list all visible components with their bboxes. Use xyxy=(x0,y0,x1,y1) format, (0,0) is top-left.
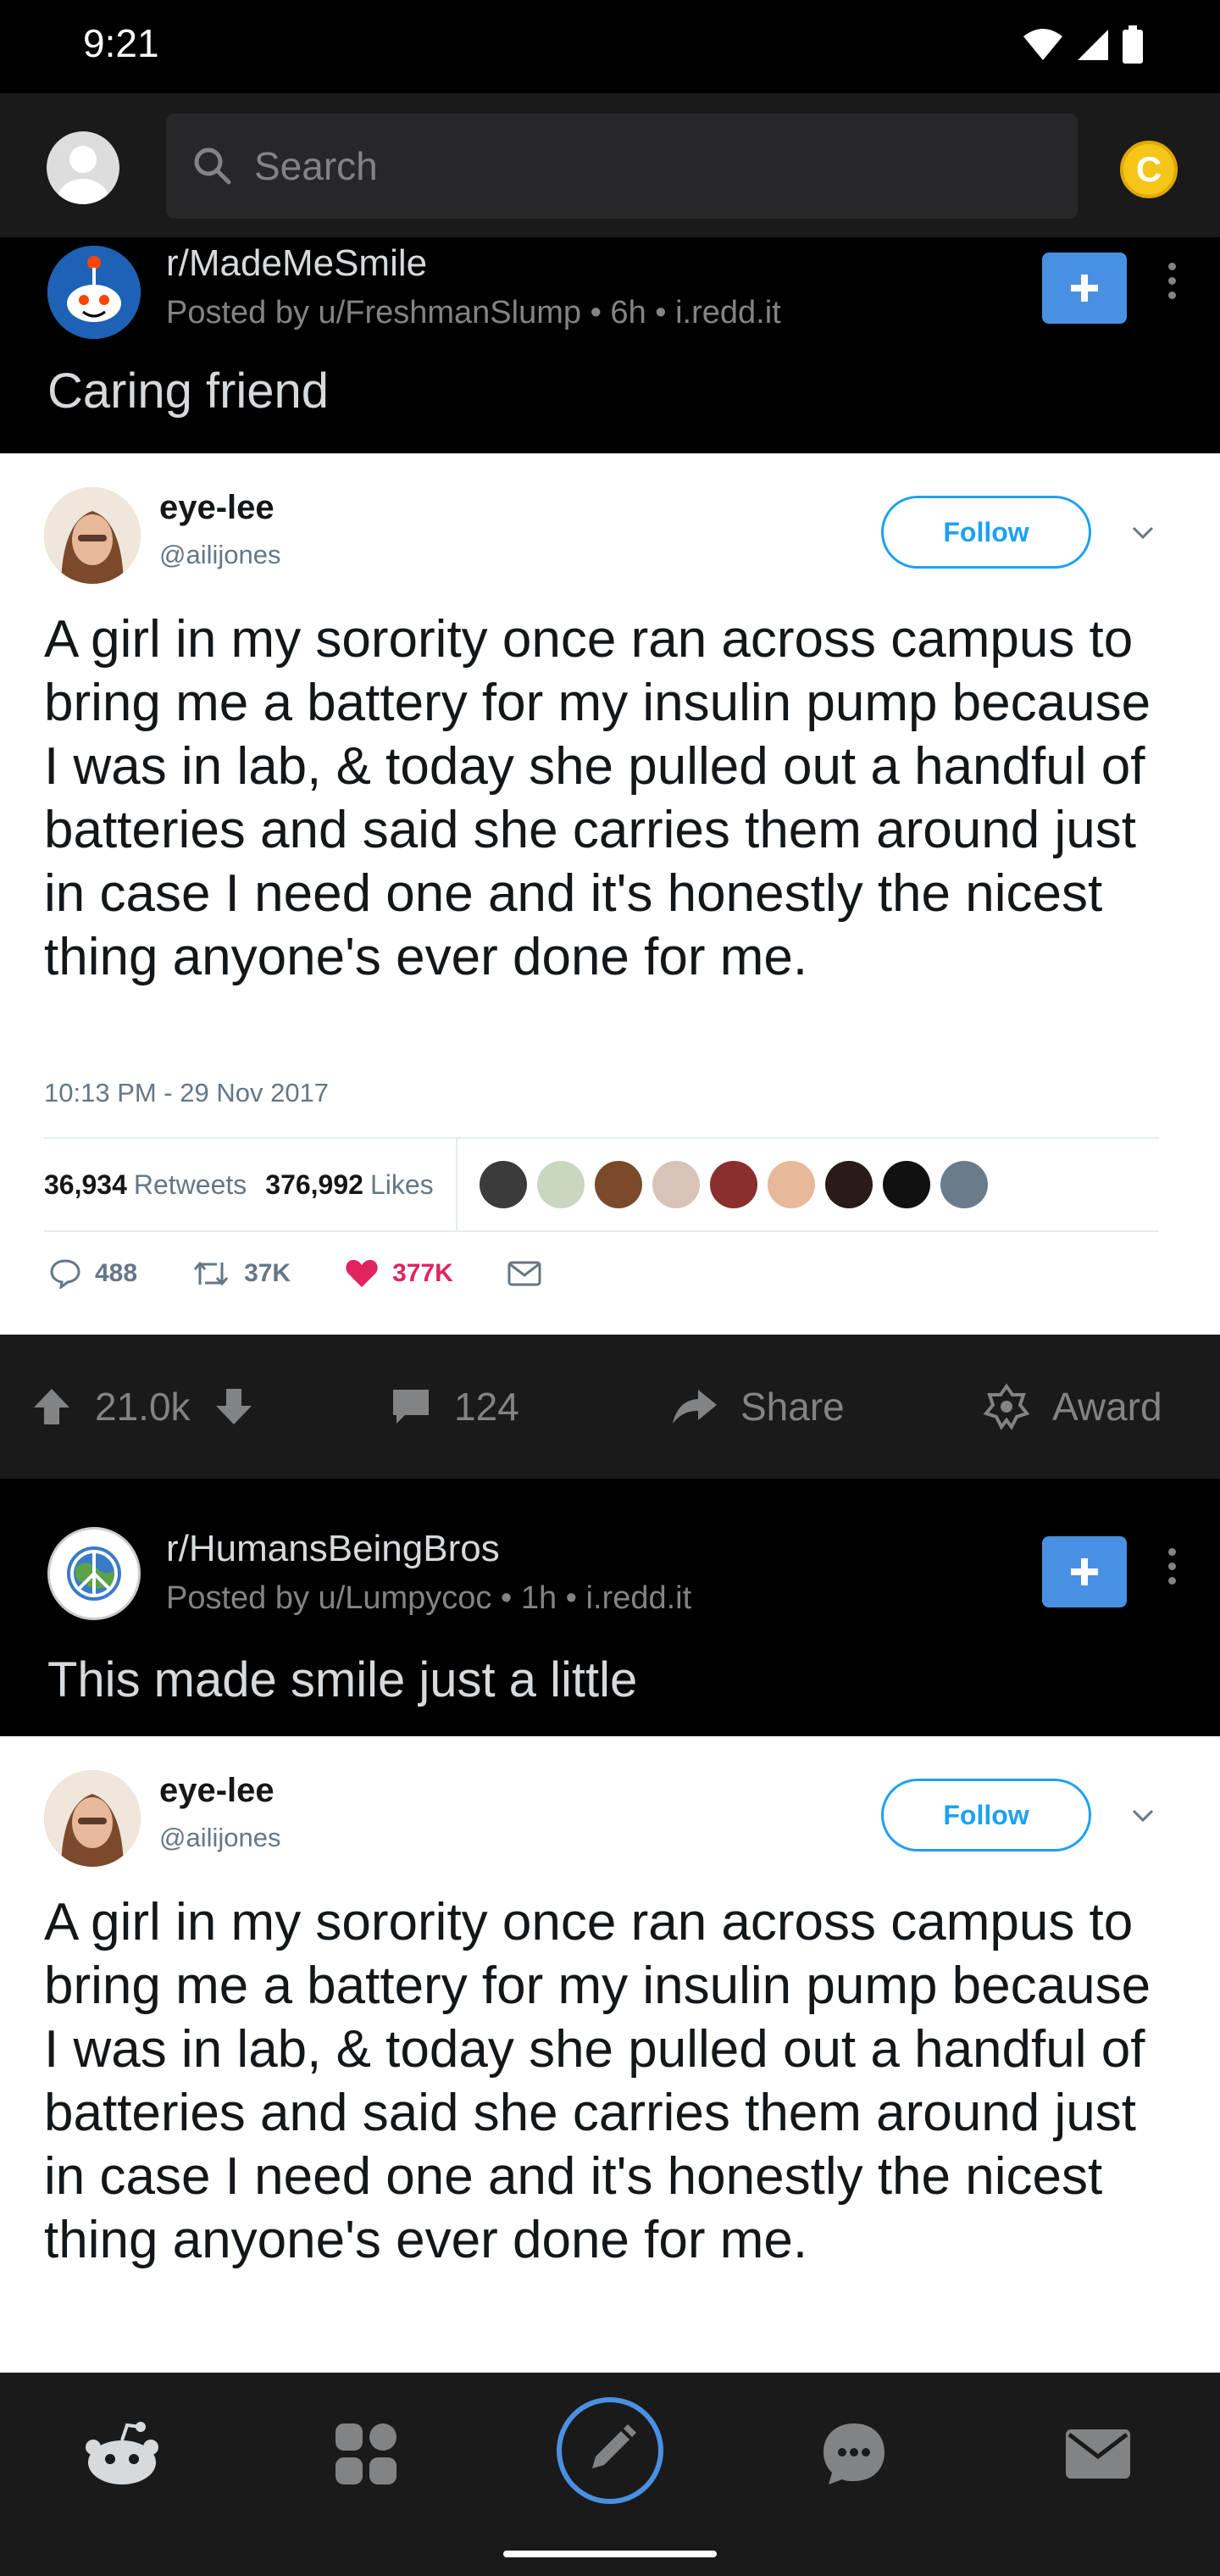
tweet-avatar xyxy=(44,487,141,584)
share-label: Share xyxy=(740,1385,845,1429)
post-title[interactable]: This made smile just a little xyxy=(47,1652,637,1708)
tweet-author-handle: @ailijones xyxy=(159,1823,281,1852)
retweet-count: 36,934 xyxy=(44,1169,127,1200)
retweet-icon xyxy=(193,1261,229,1286)
retweet-action: 37K xyxy=(191,1259,291,1288)
search-icon xyxy=(194,147,231,185)
post-title[interactable]: Caring friend xyxy=(47,363,329,419)
nav-chat[interactable] xyxy=(812,2412,896,2496)
subreddit-icon[interactable] xyxy=(47,1527,141,1620)
post-meta: Posted by u/Lumpycoc • 1h • i.redd.it xyxy=(166,1580,692,1616)
coin-icon[interactable]: C xyxy=(1120,141,1178,198)
tweet-image[interactable]: eye-lee @ailijones Follow A girl in my s… xyxy=(0,453,1220,1335)
dm-action xyxy=(507,1261,541,1286)
plus-icon xyxy=(1071,1558,1098,1585)
upvote-icon[interactable] xyxy=(30,1385,73,1428)
reply-action: 488 xyxy=(49,1258,137,1289)
more-options-icon[interactable] xyxy=(1166,263,1178,299)
subreddit-icon[interactable] xyxy=(47,246,141,339)
post-header: r/HumansBeingBros Posted by u/Lumpycoc •… xyxy=(0,1499,1220,1736)
plus-icon xyxy=(1071,275,1098,302)
chat-icon xyxy=(824,2423,884,2484)
award-label: Award xyxy=(1052,1385,1162,1429)
home-indicator[interactable] xyxy=(503,2551,717,2557)
like-label: Likes xyxy=(369,1169,434,1200)
downvote-icon[interactable] xyxy=(213,1385,255,1428)
bottom-navigation xyxy=(0,2373,1220,2576)
subreddit-name[interactable]: r/HumansBeingBros xyxy=(166,1528,500,1570)
subreddit-name[interactable]: r/MadeMeSmile xyxy=(166,242,427,285)
user-avatar[interactable] xyxy=(47,131,119,204)
status-bar: 9:21 xyxy=(0,0,1220,93)
reply-count: 488 xyxy=(95,1259,138,1287)
more-options-icon[interactable] xyxy=(1166,1548,1178,1585)
comment-count: 124 xyxy=(454,1385,519,1429)
join-button[interactable] xyxy=(1042,1536,1127,1607)
vote-group: 21.0k xyxy=(30,1335,255,1479)
nav-inbox[interactable] xyxy=(1056,2412,1140,2496)
post-meta: Posted by u/FreshmanSlump • 6h • i.redd.… xyxy=(166,295,781,330)
follow-button: Follow xyxy=(881,1779,1091,1852)
retweet-short-count: 37K xyxy=(244,1259,291,1287)
share-button[interactable]: Share xyxy=(671,1335,845,1479)
share-icon xyxy=(673,1390,717,1424)
tweet-text: A girl in my sorority once ran across ca… xyxy=(44,1893,1151,2269)
status-time: 9:21 xyxy=(83,21,159,65)
tweet-author-name: eye-lee xyxy=(159,1772,274,1809)
snoo-home-icon xyxy=(86,2422,158,2484)
chevron-down-icon xyxy=(1132,526,1154,540)
tweet-author-handle: @ailijones xyxy=(159,540,281,569)
nav-communities[interactable] xyxy=(324,2412,408,2496)
heart-icon xyxy=(346,1259,378,1287)
follow-button: Follow xyxy=(881,496,1091,569)
post-header: r/MadeMeSmile Posted by u/FreshmanSlump … xyxy=(0,237,1220,453)
nav-create-post[interactable] xyxy=(551,2391,669,2510)
tweet-text: A girl in my sorority once ran across ca… xyxy=(44,610,1151,986)
award-icon xyxy=(983,1383,1030,1430)
signal-icon xyxy=(1078,30,1108,60)
comments-button[interactable]: 124 xyxy=(390,1335,519,1479)
nav-home[interactable] xyxy=(80,2412,164,2496)
like-short-count: 377K xyxy=(392,1259,453,1287)
battery-icon xyxy=(1123,25,1143,64)
post-action-bar: 21.0k 124 Share Award xyxy=(0,1335,1220,1479)
liker-avatars xyxy=(479,1161,988,1208)
chevron-down-icon xyxy=(1132,1809,1154,1823)
tweet-author-name: eye-lee xyxy=(159,489,274,526)
join-button[interactable] xyxy=(1042,253,1127,324)
search-bar[interactable] xyxy=(166,114,1078,219)
tweet-actions: 488 37K 377K xyxy=(49,1258,596,1289)
wifi-icon xyxy=(1023,29,1062,60)
tweet-avatar xyxy=(44,1770,141,1867)
search-input[interactable] xyxy=(254,143,1017,189)
tweet-stats: 36,934 Retweets 376,992 Likes xyxy=(44,1137,1159,1232)
vote-count: 21.0k xyxy=(95,1385,191,1429)
award-button[interactable]: Award xyxy=(983,1335,1162,1479)
retweet-label: Retweets xyxy=(133,1169,247,1200)
post-separator xyxy=(0,1479,1220,1499)
status-icons xyxy=(1022,25,1144,64)
tweet-date: 10:13 PM - 29 Nov 2017 xyxy=(44,1078,330,1108)
like-action: 377K xyxy=(345,1258,453,1289)
pencil-icon xyxy=(557,2397,663,2504)
grid-icon xyxy=(336,2423,396,2484)
tweet-image[interactable]: eye-lee @ailijones Follow A girl in my s… xyxy=(0,1736,1220,2373)
reply-icon xyxy=(50,1259,80,1289)
like-count: 376,992 xyxy=(265,1169,363,1200)
mail-icon xyxy=(1066,2429,1130,2479)
mail-icon xyxy=(507,1261,541,1286)
comment-icon xyxy=(393,1390,429,1424)
top-bar: C xyxy=(0,93,1220,237)
